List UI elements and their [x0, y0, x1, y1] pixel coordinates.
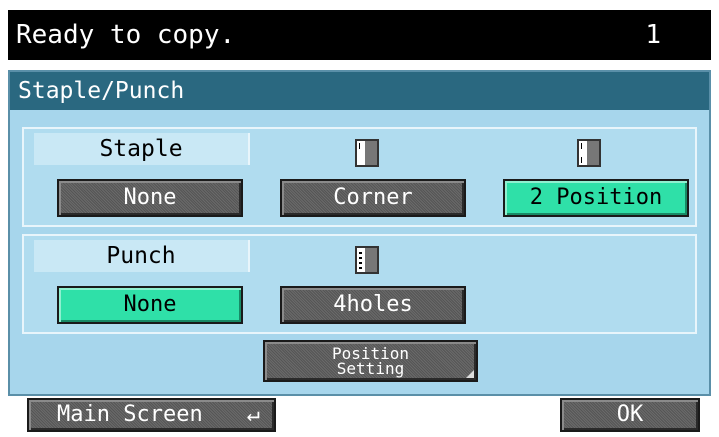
staple-group: Staple None Corner 2 Position — [22, 127, 697, 227]
position-setting-line2: Setting — [336, 359, 405, 378]
punch-4holes-button[interactable]: 4holes — [280, 286, 466, 324]
punch-label: Punch — [34, 240, 250, 272]
staple-label: Staple — [34, 133, 250, 165]
copy-count: 1 — [645, 20, 661, 50]
document-corner-staple-icon — [355, 139, 379, 167]
main-screen-button[interactable]: Main Screen ↵ — [27, 398, 276, 432]
return-arrow-icon: ↵ — [246, 402, 260, 427]
status-bar: Ready to copy. 1 — [8, 10, 711, 60]
punch-none-button[interactable]: None — [57, 286, 243, 324]
ok-label: OK — [616, 402, 644, 427]
staple-corner-button[interactable]: Corner — [280, 179, 466, 217]
staple-two-position-button[interactable]: 2 Position — [503, 179, 689, 217]
more-options-corner-icon — [466, 370, 474, 378]
main-screen-label: Main Screen — [57, 402, 203, 427]
document-punch-holes-icon — [355, 246, 379, 274]
status-message: Ready to copy. — [16, 20, 236, 50]
staple-none-button[interactable]: None — [57, 179, 243, 217]
punch-group: Punch None 4holes — [22, 234, 697, 334]
position-setting-button[interactable]: Position Setting — [263, 340, 478, 382]
document-two-position-staple-icon — [577, 139, 601, 167]
ok-button[interactable]: OK — [560, 398, 700, 432]
panel-title: Staple/Punch — [10, 72, 709, 110]
